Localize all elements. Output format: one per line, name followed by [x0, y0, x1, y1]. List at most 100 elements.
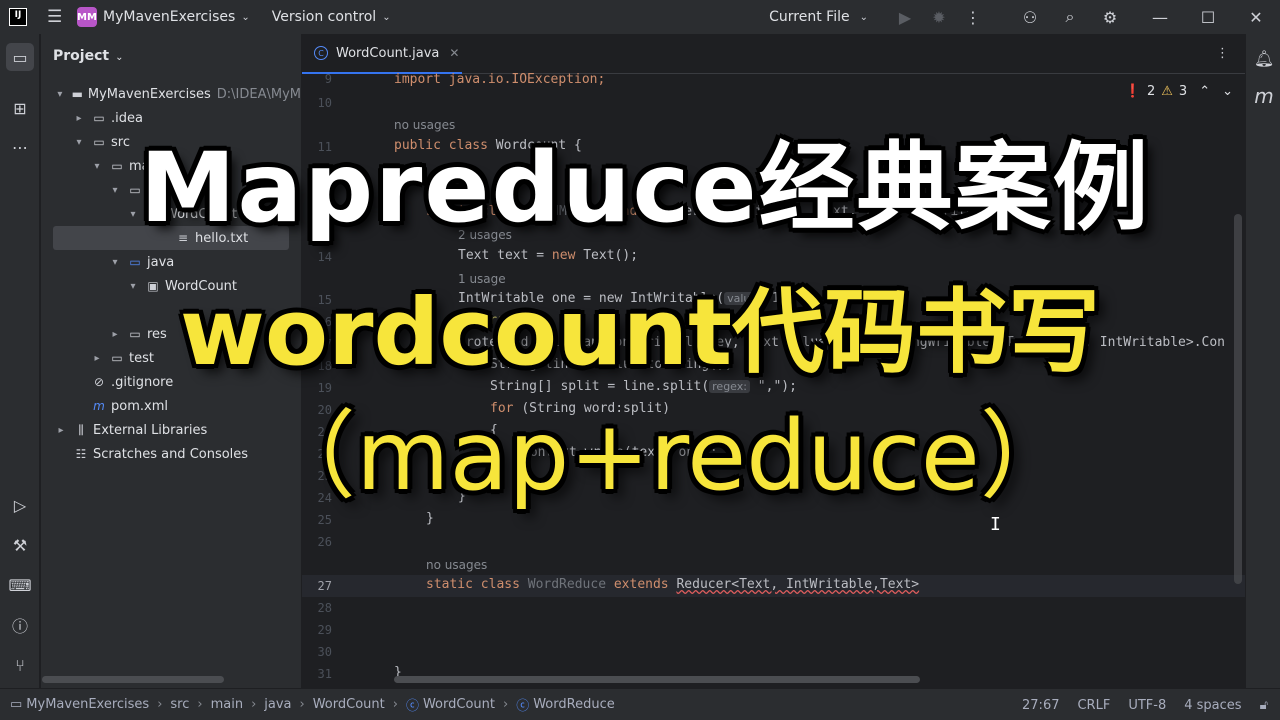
java-class-icon: ⓒ	[405, 699, 419, 714]
notifications-icon[interactable]: 🔔︎	[1250, 44, 1278, 72]
usage-hint[interactable]: no usages	[426, 558, 487, 572]
tree-label: MyMavenExercises	[87, 86, 211, 102]
code-token: static class	[426, 577, 528, 592]
main-menu-icon[interactable]: ☰	[47, 7, 67, 27]
gitignore-icon: ⊘	[93, 375, 105, 389]
status-bar: ▭ MyMavenExercises › src › main › java › Wor…	[0, 688, 1280, 720]
scratches-icon: ☷	[75, 447, 87, 461]
tree-label: .idea	[111, 110, 143, 126]
error-icon: ❗	[1124, 84, 1141, 99]
tree-arrow: ▾	[94, 160, 100, 172]
git-icon[interactable]: ⑂	[6, 651, 34, 679]
close-window-icon[interactable]: ✕	[1232, 8, 1280, 27]
left-tool-strip: ▭ ⊞ ⋯ ▷ ⚒ ⌨ ⓘ ⑂	[0, 34, 40, 688]
minimize-icon[interactable]: —	[1136, 8, 1184, 27]
maven-icon: m	[93, 399, 105, 413]
horizontal-scrollbar[interactable]	[394, 676, 920, 683]
tree-arrow: ▾	[112, 184, 118, 196]
project-switcher[interactable]: MyMavenExercises	[103, 9, 235, 25]
warning-count: 3	[1178, 84, 1188, 99]
indent-setting[interactable]: 4 spaces	[1184, 698, 1241, 713]
tree-item-project-root[interactable]: ▾ ▬ MyMavenExercises D:\IDEA\MyM	[41, 82, 301, 106]
problems-icon[interactable]: ⓘ	[6, 611, 34, 639]
project-badge[interactable]: MM	[77, 7, 97, 27]
vertical-scrollbar[interactable]	[1234, 214, 1242, 584]
chevron-down-icon[interactable]: ⌄	[860, 12, 868, 23]
add-user-icon[interactable]: ⚇	[1010, 8, 1050, 27]
breadcrumb: ▭ MyMavenExercises › src › main › java › Wor…	[10, 697, 615, 714]
library-icon: ⫼	[78, 422, 84, 437]
breadcrumb-item[interactable]: MyMavenExercises	[26, 697, 149, 712]
title-bar: IJ ☰ MM MyMavenExercises ⌄ Version contr…	[0, 0, 1280, 34]
project-panel-title[interactable]: Project ⌄	[53, 48, 123, 64]
file-encoding[interactable]: UTF-8	[1128, 698, 1166, 713]
settings-gear-icon[interactable]: ⚙	[1090, 8, 1130, 27]
line-number: 28	[317, 601, 332, 615]
breadcrumb-item[interactable]: WordReduce	[533, 697, 615, 712]
tree-label: Scratches and Consoles	[93, 446, 249, 462]
chevron-up-icon[interactable]: ⌃	[1199, 84, 1210, 99]
more-tools-icon[interactable]: ⋯	[6, 133, 34, 161]
tree-label: External Libraries	[93, 422, 208, 438]
code-line: static class WordReduce extends Reducer<…	[426, 577, 919, 592]
code-line: import java.io.IOException;	[394, 72, 606, 87]
tree-arrow: ▸	[58, 424, 64, 436]
close-tab-icon[interactable]: ✕	[449, 46, 459, 60]
chevron-down-icon[interactable]: ⌄	[115, 52, 123, 63]
line-number: 27	[317, 579, 332, 593]
line-number: 26	[317, 535, 332, 549]
tree-arrow: ▾	[130, 208, 136, 220]
line-number: 31	[317, 667, 332, 681]
inspection-widget[interactable]: ❗ 2 ⚠ 3 ⌃ ⌄	[1125, 84, 1233, 99]
code-token: WordReduce	[527, 577, 614, 592]
maven-tool-icon[interactable]: m	[1250, 82, 1278, 110]
java-class-icon: ⓒ	[516, 699, 530, 714]
code-token: Reducer<Text, IntWritable,Text>	[676, 577, 920, 592]
structure-tool-icon[interactable]: ⊞	[6, 94, 34, 122]
line-number: 9	[324, 72, 332, 86]
mouse-ibeam-cursor: I	[990, 514, 1001, 535]
line-number: 30	[317, 645, 332, 659]
project-tool-icon[interactable]: ▭	[6, 43, 34, 71]
overlay-caption: （map+reduce）	[260, 400, 1076, 512]
overlay-subtitle: wordcount代码书写	[179, 279, 1101, 386]
tree-label: src	[111, 134, 130, 150]
folder-icon: ▭	[111, 159, 123, 173]
services-icon[interactable]: ▷	[6, 491, 34, 519]
vcs-menu[interactable]: Version control	[272, 9, 376, 25]
tree-path-hint: D:\IDEA\MyM	[216, 86, 301, 102]
folder-icon: ▬	[71, 87, 83, 101]
tree-arrow: ▸	[94, 352, 100, 364]
maximize-icon[interactable]: ☐	[1184, 8, 1232, 27]
intellij-logo-icon: IJ	[9, 8, 27, 26]
tree-arrow: ▾	[57, 88, 63, 100]
search-icon[interactable]: ⌕	[1050, 7, 1090, 27]
terminal-icon[interactable]: ⌨	[6, 571, 34, 599]
lock-icon[interactable]: 🔓︎	[1260, 698, 1268, 713]
overlay-title: Mapreduce经典案例	[140, 132, 1151, 244]
breadcrumb-item[interactable]: src	[170, 697, 189, 712]
chevron-down-icon[interactable]: ⌄	[382, 12, 390, 23]
tab-wordcount-java[interactable]: C WordCount.java ✕	[302, 34, 462, 74]
caret-position[interactable]: 27:67	[1022, 698, 1059, 713]
debug-icon[interactable]: ✹	[922, 8, 956, 27]
build-icon[interactable]: ⚒	[6, 531, 34, 559]
tree-label: pom.xml	[111, 398, 168, 414]
line-separator[interactable]: CRLF	[1077, 698, 1110, 713]
breadcrumb-item[interactable]: WordCount	[423, 697, 495, 712]
project-horizontal-scrollbar[interactable]	[42, 676, 224, 683]
line-number: 29	[317, 623, 332, 637]
chevron-down-icon[interactable]: ⌄	[1222, 84, 1233, 99]
run-icon[interactable]: ▶	[888, 8, 922, 27]
error-count: 2	[1146, 84, 1156, 99]
chevron-down-icon[interactable]: ⌄	[241, 12, 249, 23]
breadcrumb-item[interactable]: WordCount	[313, 697, 385, 712]
run-config-selector[interactable]: Current File	[769, 9, 849, 25]
breadcrumb-item[interactable]: main	[211, 697, 243, 712]
line-number: 10	[317, 96, 332, 110]
java-class-icon: C	[314, 46, 328, 60]
more-vertical-icon[interactable]: ⋮	[1216, 46, 1229, 61]
more-vertical-icon[interactable]: ⋮	[956, 8, 990, 27]
warning-icon: ⚠	[1161, 84, 1173, 99]
breadcrumb-item[interactable]: java	[264, 697, 291, 712]
